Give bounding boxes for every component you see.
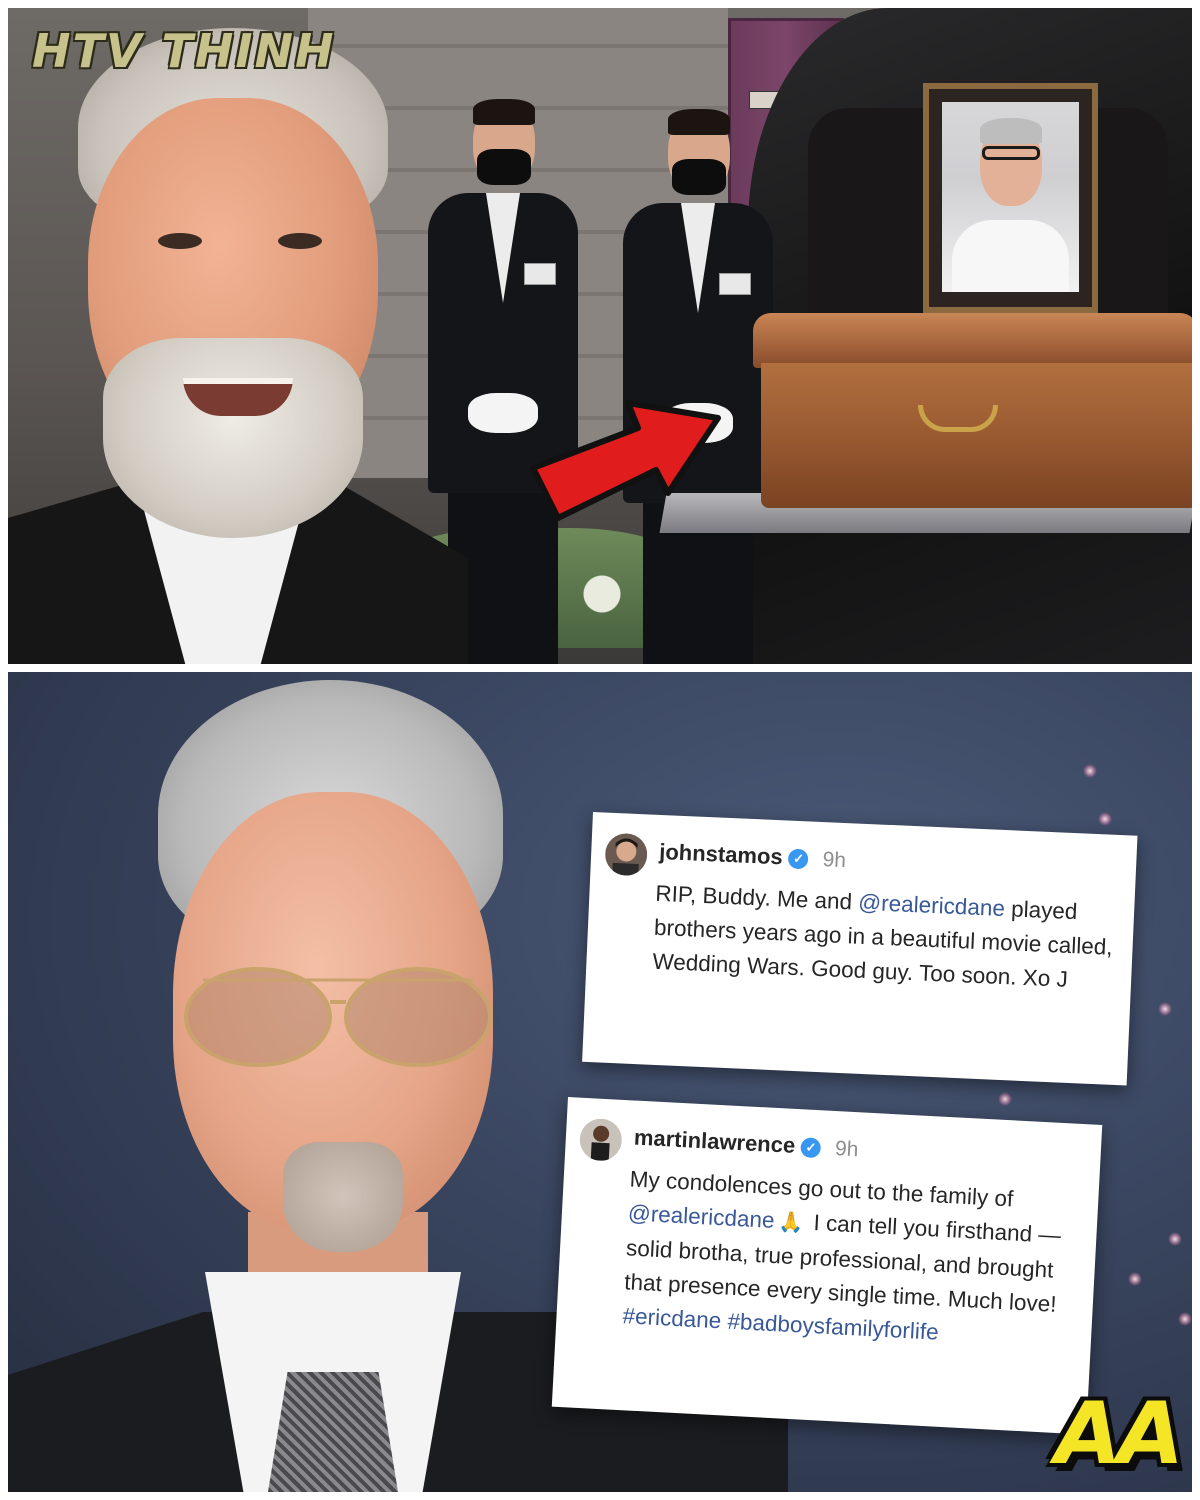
face-mask [477, 149, 531, 185]
portrait-shirt [952, 220, 1069, 292]
sparkle [1168, 1232, 1182, 1246]
main-portrait-smiling-man [8, 8, 468, 664]
patterned-tie [268, 1372, 398, 1492]
praying-hands-icon: 🙏 [777, 1211, 804, 1235]
coffin-lid [753, 313, 1192, 368]
caption-text: RIP, Buddy. Me and [654, 880, 859, 915]
attendant-badge [719, 273, 751, 295]
avatar[interactable] [578, 1117, 623, 1162]
aa-logo: AA [1054, 1384, 1184, 1484]
avatar-photo-icon [578, 1117, 623, 1162]
sparkle [1158, 1002, 1172, 1016]
portrait-hair [980, 118, 1042, 144]
avatar-photo-icon [604, 832, 649, 877]
post-timestamp: 9h [822, 848, 847, 873]
mention-link[interactable]: @realericdane [858, 890, 1006, 921]
post-caption: My condolences go out to the family of @… [622, 1162, 1079, 1356]
verified-badge-icon: ✓ [800, 1137, 822, 1159]
sparkle [1098, 812, 1112, 826]
attendant-hair [668, 109, 730, 135]
post-header: martinlawrence ✓ 9h [633, 1125, 859, 1163]
avatar[interactable] [604, 832, 649, 877]
left-eye [158, 233, 202, 249]
face-mask [672, 159, 726, 195]
username-link[interactable]: johnstamos [659, 839, 783, 869]
coffin [753, 313, 1192, 513]
right-eye [278, 233, 322, 249]
top-thumbnail-panel: HTV THINH [8, 8, 1192, 664]
funeral-attendant-right [623, 109, 773, 664]
attendant-hair [473, 99, 535, 125]
username-link[interactable]: martinlawrence [633, 1125, 795, 1158]
memorial-portrait [923, 83, 1098, 313]
sunglasses-icon [184, 967, 492, 1067]
social-post-card: johnstamos ✓ 9h RIP, Buddy. Me and @realer… [582, 812, 1138, 1086]
sparkle [1128, 1272, 1142, 1286]
sparkle [998, 1092, 1012, 1106]
portrait-photo [942, 102, 1079, 292]
social-post-card: martinlawrence ✓ 9h My condolences go out … [551, 1097, 1103, 1435]
red-arrow-icon [530, 400, 721, 521]
bottom-tribute-panel: johnstamos ✓ 9h RIP, Buddy. Me and @realer… [8, 672, 1192, 1492]
post-caption: RIP, Buddy. Me and @realericdane played … [652, 877, 1115, 999]
sparkle [1083, 764, 1097, 778]
red-carpet-portrait-man [8, 672, 788, 1492]
verified-badge-icon: ✓ [788, 848, 810, 870]
coffin-body [761, 363, 1192, 508]
attendant-badge [524, 263, 556, 285]
post-header: johnstamos ✓ 9h [659, 839, 847, 873]
main-beard [103, 338, 363, 538]
sparkle [1178, 1312, 1192, 1326]
hashtag-link[interactable]: #ericdane [622, 1303, 722, 1333]
goatee [283, 1142, 403, 1252]
channel-watermark: HTV THINH [32, 24, 336, 78]
portrait-glasses [982, 146, 1040, 160]
post-timestamp: 9h [834, 1137, 860, 1162]
hashtag-link[interactable]: #badboysfamilyforlife [727, 1309, 939, 1345]
mention-link[interactable]: @realericdane [627, 1200, 775, 1233]
